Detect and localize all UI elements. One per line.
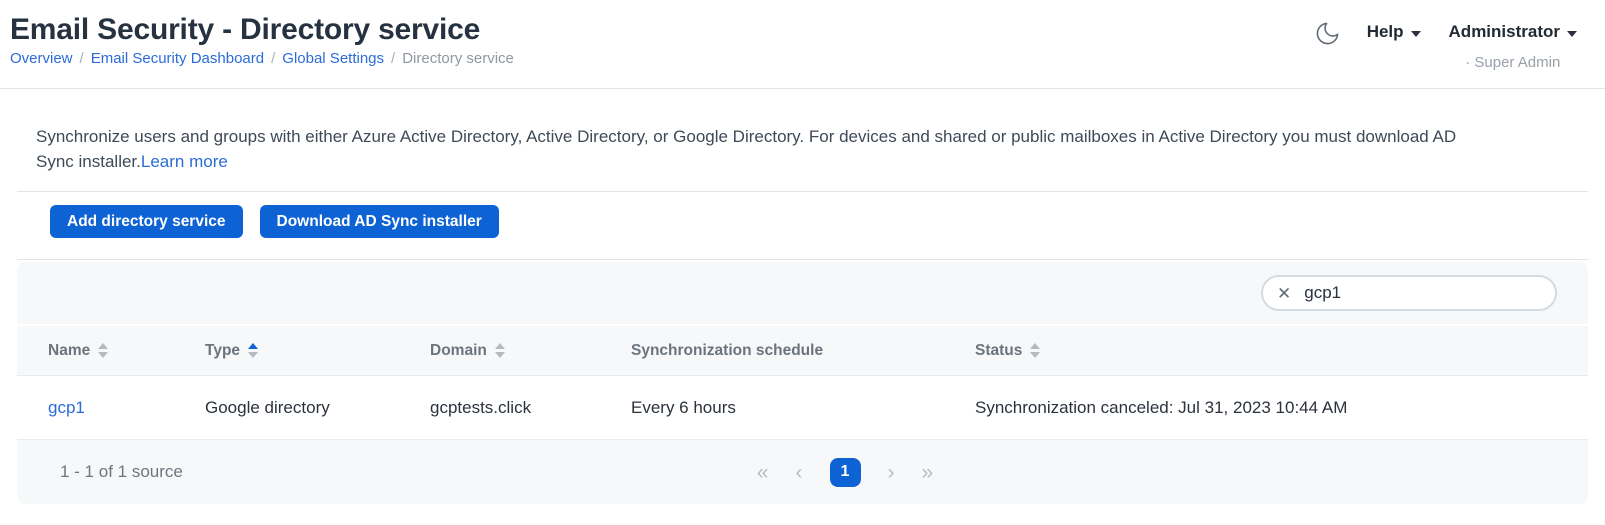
clear-search-icon[interactable]: ✕	[1277, 285, 1291, 302]
previous-page-button[interactable]: ‹	[796, 462, 803, 483]
breadcrumb-separator: /	[271, 50, 275, 67]
moon-icon	[1314, 20, 1341, 47]
current-page-button[interactable]: 1	[830, 458, 861, 487]
directory-name-link[interactable]: gcp1	[48, 398, 85, 417]
page: Email Security - Directory service Overv…	[0, 0, 1605, 525]
help-menu-label: Help	[1367, 22, 1404, 42]
breadcrumb-email-security-dashboard[interactable]: Email Security Dashboard	[91, 50, 264, 67]
user-role: · Super Admin	[1465, 54, 1560, 71]
topbar: Email Security - Directory service Overv…	[0, 0, 1605, 88]
breadcrumb-global-settings[interactable]: Global Settings	[282, 50, 384, 67]
breadcrumb-separator: /	[391, 50, 395, 67]
breadcrumb-separator: /	[80, 50, 84, 67]
last-page-button[interactable]: »	[922, 462, 934, 483]
help-menu[interactable]: Help	[1367, 22, 1421, 42]
chevron-down-icon	[1567, 31, 1577, 37]
add-directory-service-button[interactable]: Add directory service	[50, 205, 243, 238]
topbar-actions: Help Administrator · Super Admin	[1314, 19, 1577, 71]
download-ad-sync-installer-button[interactable]: Download AD Sync installer	[260, 205, 499, 238]
pagination: « ‹ 1 › »	[757, 458, 933, 487]
divider	[0, 88, 1605, 89]
intro-paragraph: Synchronize users and groups with either…	[36, 124, 1495, 174]
column-header-label: Status	[975, 342, 1022, 360]
column-header-synchronization-schedule: Synchronization schedule	[631, 342, 975, 360]
next-page-button[interactable]: ›	[888, 462, 895, 483]
chevron-down-icon	[1411, 31, 1421, 37]
first-page-button[interactable]: «	[757, 462, 769, 483]
divider	[17, 191, 1588, 192]
user-menu-label: Administrator	[1449, 22, 1560, 42]
breadcrumb-overview[interactable]: Overview	[10, 50, 73, 67]
pagination-summary: 1 - 1 of 1 source	[60, 462, 183, 482]
spacer	[0, 239, 1605, 259]
cell-type: Google directory	[205, 398, 430, 418]
breadcrumb-current: Directory service	[402, 50, 514, 67]
user-menu[interactable]: Administrator	[1449, 22, 1577, 42]
sort-icon	[248, 343, 258, 358]
sort-icon	[495, 343, 505, 358]
column-header-type[interactable]: Type	[205, 342, 430, 360]
sort-icon	[98, 343, 108, 358]
cell-schedule: Every 6 hours	[631, 398, 975, 418]
spacer	[0, 174, 1605, 191]
admin-block: Administrator · Super Admin	[1449, 22, 1577, 71]
column-header-label: Name	[48, 342, 90, 360]
cell-domain: gcptests.click	[430, 398, 631, 418]
divider	[17, 259, 1588, 260]
breadcrumb: Overview / Email Security Dashboard / Global…	[10, 50, 514, 67]
directory-service-table-card: ✕ Name Type Domain Synchronization sched…	[17, 262, 1588, 504]
cell-status: Synchronization canceled: Jul 31, 2023 1…	[975, 398, 1588, 418]
sort-icon	[1030, 343, 1040, 358]
table-footer: 1 - 1 of 1 source « ‹ 1 › »	[17, 440, 1588, 504]
search-input-wrapper: ✕	[1261, 275, 1557, 311]
table-header-row: Name Type Domain Synchronization schedul…	[17, 326, 1588, 376]
column-header-label: Type	[205, 342, 240, 360]
column-header-label: Synchronization schedule	[631, 342, 823, 360]
learn-more-link[interactable]: Learn more	[141, 152, 228, 171]
column-header-status[interactable]: Status	[975, 342, 1588, 360]
search-input[interactable]	[1304, 283, 1541, 303]
column-header-domain[interactable]: Domain	[430, 342, 631, 360]
toolbar: Add directory service Download AD Sync i…	[50, 205, 1605, 239]
table-row: gcp1 Google directory gcptests.click Eve…	[17, 376, 1588, 440]
page-title: Email Security - Directory service	[10, 13, 480, 47]
column-header-label: Domain	[430, 342, 487, 360]
dark-mode-toggle[interactable]	[1314, 20, 1341, 47]
intro-text: Synchronize users and groups with either…	[36, 127, 1456, 171]
table-search-band: ✕	[17, 262, 1588, 324]
column-header-name[interactable]: Name	[48, 342, 205, 360]
